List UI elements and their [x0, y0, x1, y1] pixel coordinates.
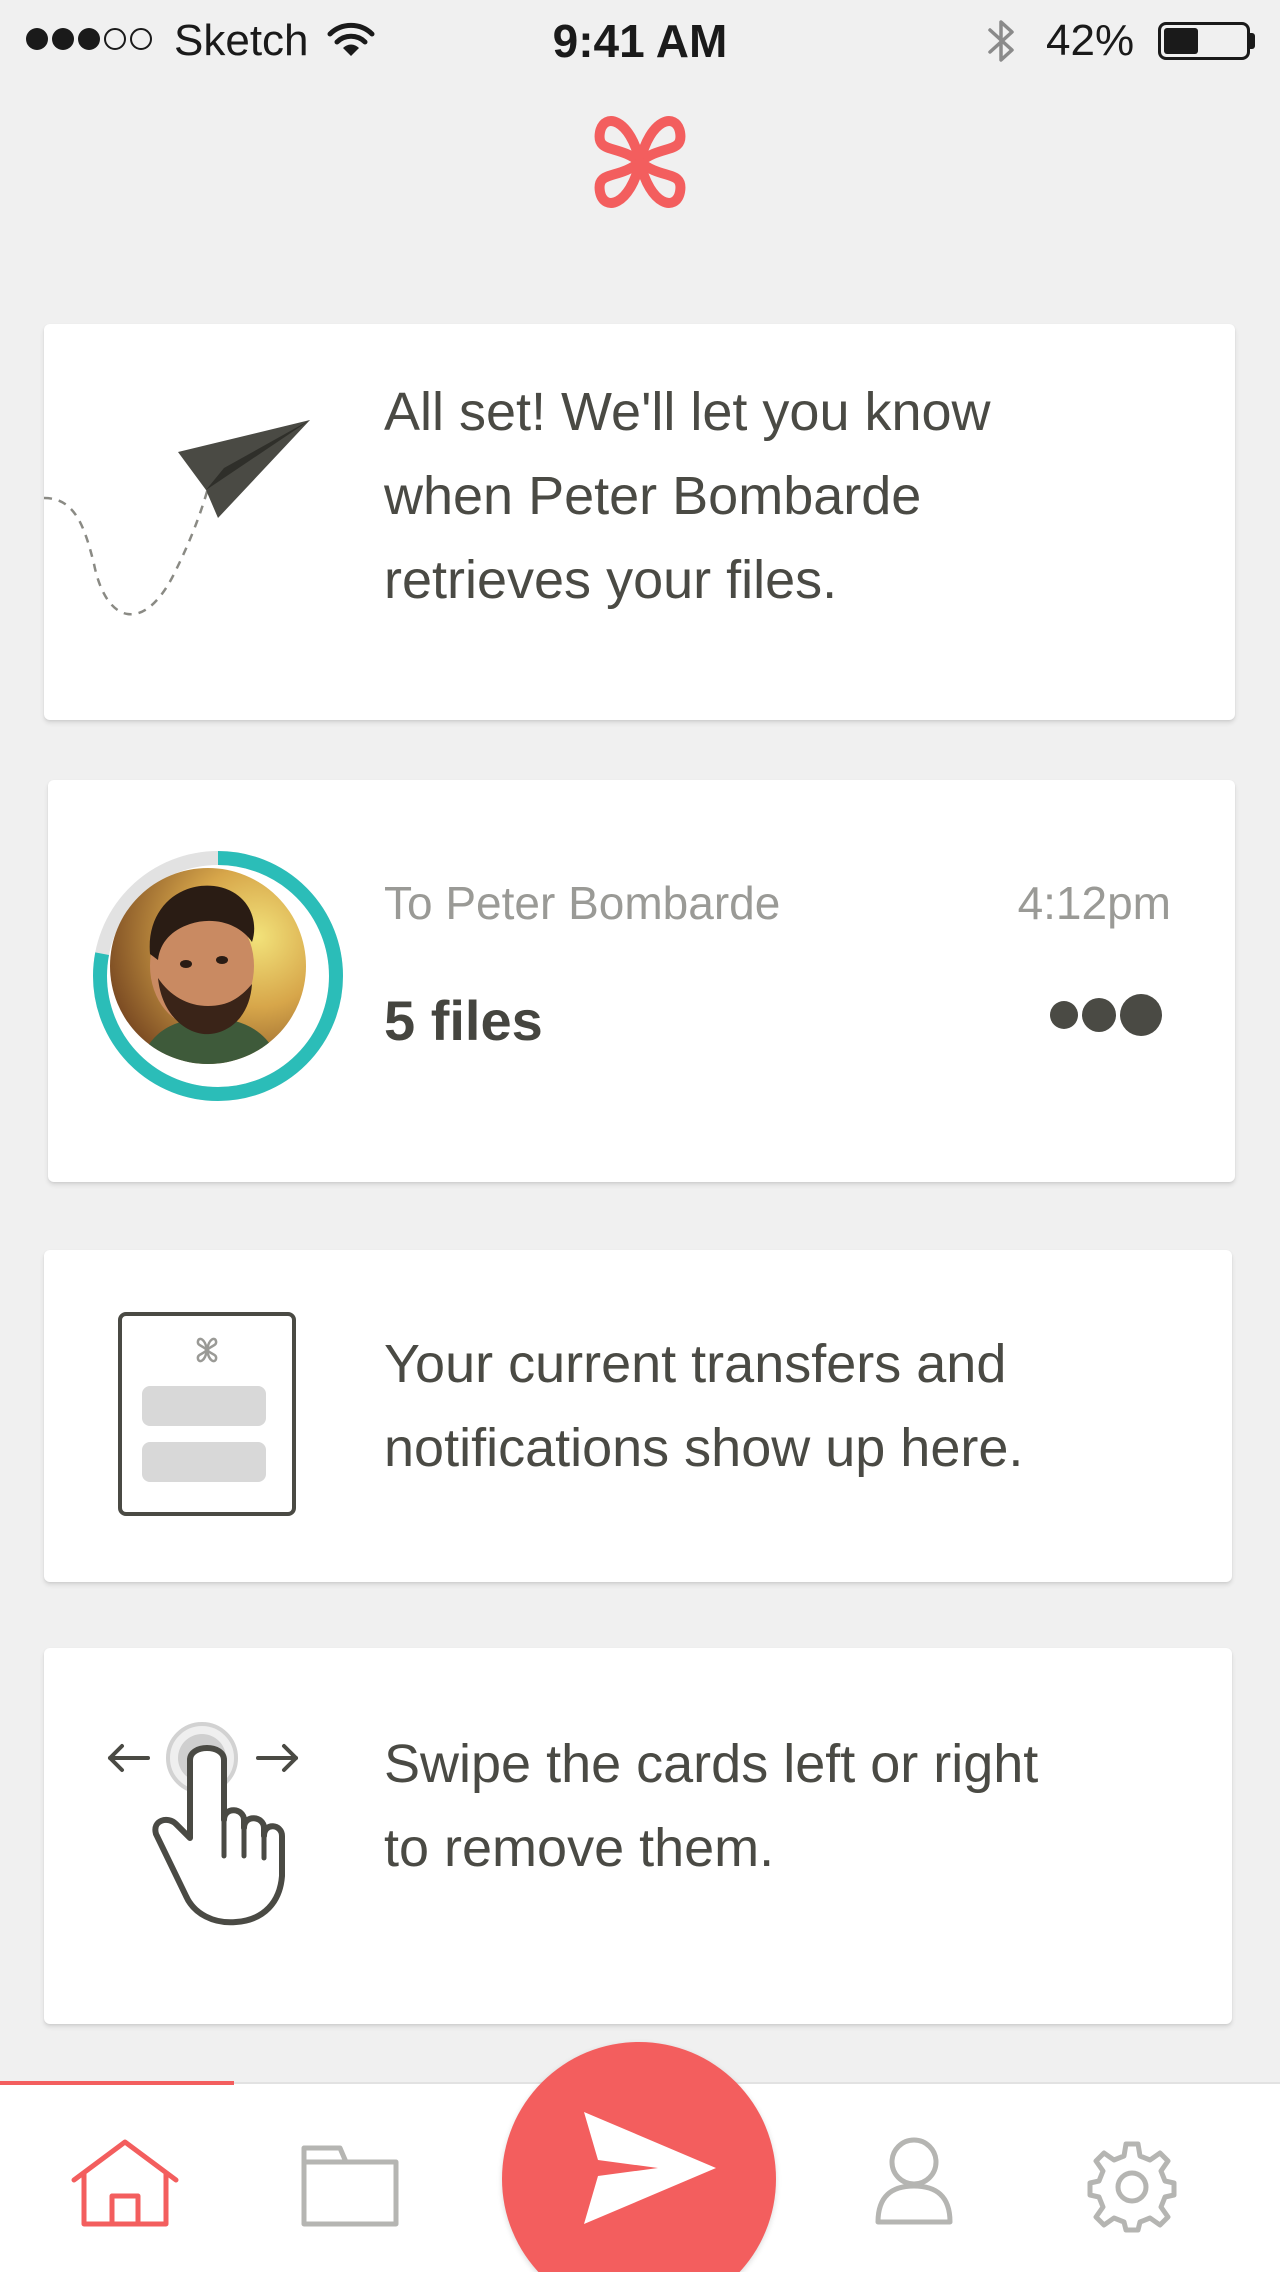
text-line: to remove them.: [384, 1818, 775, 1878]
transfer-recipient: To Peter Bombarde: [384, 877, 781, 929]
text-line: notifications show up here.: [384, 1418, 1024, 1478]
battery-level-fill: [1164, 28, 1198, 54]
status-bar: Sketch 9:41 AM 42%: [0, 0, 1280, 80]
sent-confirmation-text: All set! We'll let you know when Peter B…: [384, 370, 991, 622]
loading-dot: [1120, 994, 1162, 1036]
text-line: All set! We'll let you know: [384, 382, 991, 442]
send-icon: [584, 2112, 716, 2224]
app-screen: Sketch 9:41 AM 42% All set! We'll let yo…: [0, 0, 1280, 2272]
avatar[interactable]: [110, 868, 306, 1064]
loading-dots-icon: [1050, 994, 1162, 1036]
swipe-hint-text: Swipe the cards left or right to remove …: [384, 1722, 1038, 1890]
avatar-portrait-icon: [110, 868, 306, 1064]
home-icon[interactable]: [70, 2138, 180, 2228]
text-line: Your current transfers and: [384, 1334, 1007, 1394]
gear-icon[interactable]: [1084, 2138, 1180, 2234]
bluetooth-icon: [988, 20, 1014, 62]
paper-plane-icon: [44, 420, 310, 616]
text-line: retrieves your files.: [384, 550, 838, 610]
person-icon[interactable]: [872, 2136, 956, 2226]
battery-icon: [1158, 22, 1250, 60]
transfer-time: 4:12pm: [1017, 877, 1171, 929]
swipe-hand-icon: [108, 1722, 298, 1926]
battery-percent: 42%: [1046, 16, 1135, 65]
folder-icon[interactable]: [300, 2144, 400, 2228]
swipe-hint-card[interactable]: Swipe the cards left or right to remove …: [44, 1648, 1232, 2024]
active-tab-indicator: [0, 2081, 234, 2085]
battery-tip: [1250, 33, 1255, 49]
transfer-file-count: 5 files: [384, 989, 543, 1052]
loading-dot: [1082, 998, 1116, 1032]
sent-confirmation-card[interactable]: All set! We'll let you know when Peter B…: [44, 324, 1235, 720]
bowtie-logo-icon: [594, 116, 686, 208]
text-line: when Peter Bombarde: [384, 466, 922, 526]
loading-dot: [1050, 1001, 1078, 1029]
transfer-card[interactable]: To Peter Bombarde 4:12pm 5 files: [48, 780, 1235, 1182]
phone-cards-icon: [118, 1312, 296, 1516]
text-line: Swipe the cards left or right: [384, 1734, 1039, 1794]
info-text: Your current transfers and notifications…: [384, 1322, 1023, 1490]
info-card[interactable]: Your current transfers and notifications…: [44, 1250, 1232, 1582]
send-button[interactable]: [502, 2042, 776, 2272]
